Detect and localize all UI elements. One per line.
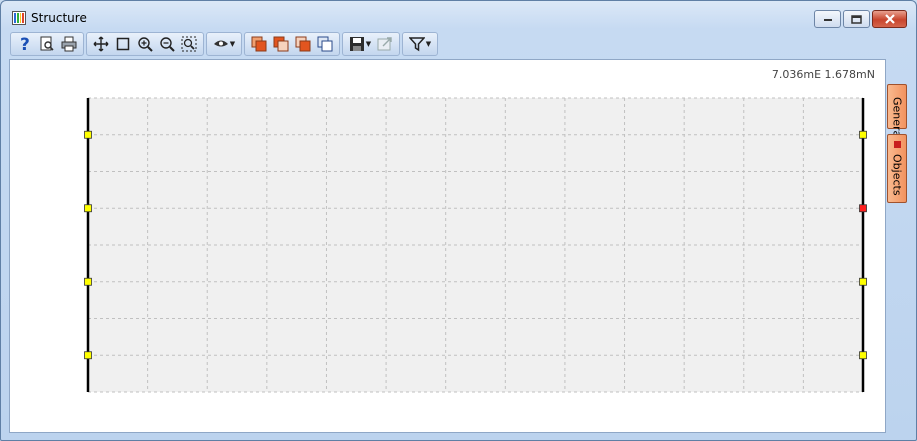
structure-drawing[interactable] bbox=[10, 60, 885, 432]
minimize-button[interactable] bbox=[814, 10, 841, 28]
zoom-extents-icon bbox=[181, 36, 197, 52]
toolbar-group-file: ? bbox=[10, 32, 84, 56]
layer-blue-button[interactable] bbox=[314, 34, 336, 54]
filter-dropdown-button[interactable]: ▼ bbox=[406, 34, 434, 54]
structure-canvas[interactable]: 7.036mE 1.678mN bbox=[9, 59, 886, 433]
zoom-out-icon bbox=[160, 37, 175, 52]
layer-copy-icon bbox=[273, 36, 289, 52]
view-dropdown-icon bbox=[213, 40, 228, 47]
right-node-selected[interactable] bbox=[859, 204, 867, 213]
maximize-icon bbox=[851, 14, 862, 24]
close-button[interactable] bbox=[872, 10, 907, 28]
layer-orange-2-button[interactable] bbox=[292, 34, 314, 54]
view-dropdown-button[interactable]: ▼ bbox=[210, 34, 238, 54]
left-node[interactable] bbox=[84, 130, 92, 139]
main-toolbar: ? ▼ ▼ ▼ bbox=[10, 32, 440, 56]
app-icon bbox=[12, 11, 26, 25]
toolbar-group-filter: ▼ bbox=[402, 32, 438, 56]
layer-orange-2-icon bbox=[295, 36, 311, 52]
close-icon bbox=[884, 14, 895, 24]
objects-color-icon bbox=[893, 141, 901, 148]
print-icon bbox=[61, 36, 77, 52]
save-dropdown-icon bbox=[349, 37, 364, 51]
export-disabled-icon bbox=[377, 37, 392, 51]
title-bar[interactable]: Structure bbox=[1, 1, 916, 31]
minimize-icon bbox=[823, 19, 832, 21]
tab-objects-label: Objects bbox=[890, 154, 904, 196]
zoom-out-button[interactable] bbox=[156, 34, 178, 54]
chevron-down-icon: ▼ bbox=[229, 40, 236, 48]
zoom-in-icon bbox=[138, 37, 153, 52]
layer-orange-button[interactable] bbox=[248, 34, 270, 54]
export-button[interactable] bbox=[374, 34, 396, 54]
right-node[interactable] bbox=[859, 351, 867, 360]
chevron-down-icon: ▼ bbox=[365, 40, 372, 48]
help-icon: ? bbox=[20, 35, 30, 53]
toolbar-group-view: ▼ bbox=[206, 32, 242, 56]
left-node[interactable] bbox=[84, 277, 92, 286]
help-button[interactable]: ? bbox=[14, 34, 36, 54]
filter-dropdown-icon bbox=[408, 37, 425, 52]
right-node[interactable] bbox=[859, 130, 867, 139]
zoom-in-button[interactable] bbox=[134, 34, 156, 54]
select-rectangle-button[interactable] bbox=[112, 34, 134, 54]
select-rectangle-icon bbox=[116, 37, 130, 51]
layer-orange-icon bbox=[251, 36, 267, 52]
print-button[interactable] bbox=[58, 34, 80, 54]
print-preview-icon bbox=[40, 36, 54, 51]
layer-blue-icon bbox=[317, 36, 333, 52]
zoom-extents-button[interactable] bbox=[178, 34, 200, 54]
structure-window: Structure ? ▼ ▼ ▼ 7.036mE 1.678mN Genera… bbox=[0, 0, 917, 441]
layer-copy-button[interactable] bbox=[270, 34, 292, 54]
left-node[interactable] bbox=[84, 351, 92, 360]
maximize-button[interactable] bbox=[843, 10, 870, 28]
left-node[interactable] bbox=[84, 204, 92, 213]
pan-icon bbox=[93, 36, 109, 52]
toolbar-group-save: ▼ bbox=[342, 32, 400, 56]
tab-general[interactable]: General bbox=[887, 84, 907, 140]
right-node[interactable] bbox=[859, 277, 867, 286]
chevron-down-icon: ▼ bbox=[425, 40, 432, 48]
pan-button[interactable] bbox=[90, 34, 112, 54]
save-dropdown-button[interactable]: ▼ bbox=[346, 34, 374, 54]
print-preview-button[interactable] bbox=[36, 34, 58, 54]
window-title: Structure bbox=[31, 11, 87, 25]
toolbar-group-layers bbox=[244, 32, 340, 56]
toolbar-group-navigation bbox=[86, 32, 204, 56]
tab-objects[interactable]: Objects bbox=[887, 134, 907, 203]
svg-text:?: ? bbox=[20, 35, 30, 53]
